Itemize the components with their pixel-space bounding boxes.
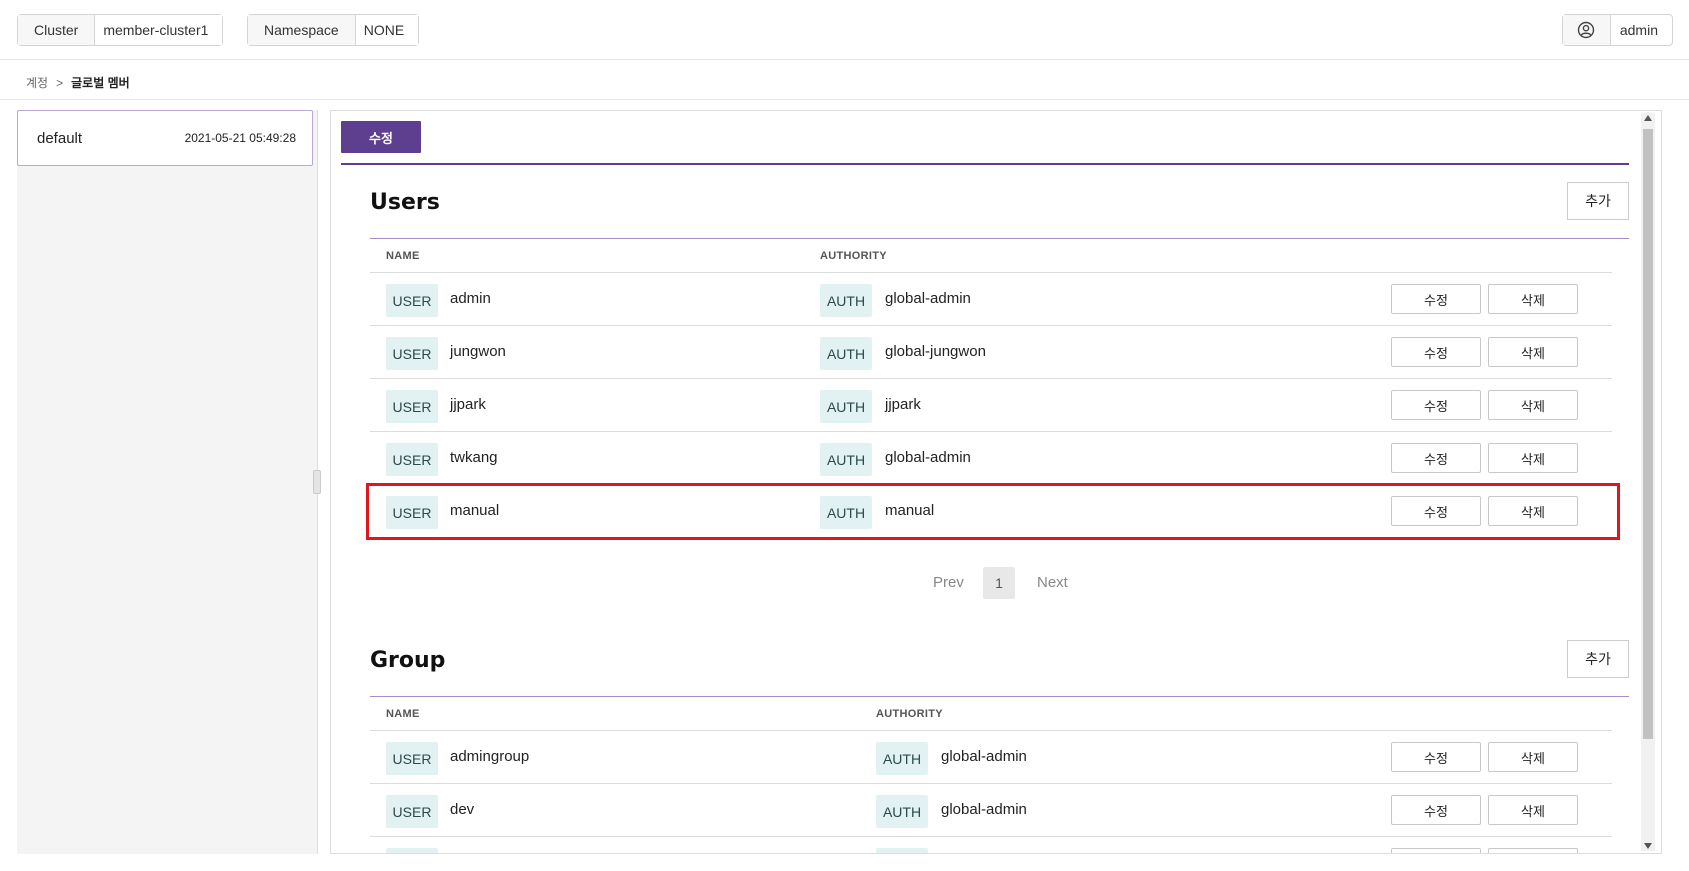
user-circle-icon[interactable]: [1562, 15, 1611, 45]
breadcrumb: 계정 > 글로벌 멤버: [26, 74, 130, 91]
users-title: Users: [370, 190, 440, 215]
user-badge: USER: [386, 496, 438, 529]
authority-name: global-admin: [885, 290, 971, 307]
table-row: USER manual AUTH manual 수정 삭제: [370, 485, 1612, 538]
auth-badge: AUTH: [820, 284, 872, 317]
table-row: USER admingroup AUTH global-admin 수정 삭제: [370, 731, 1612, 784]
auth-badge: AUTH: [820, 390, 872, 423]
authority-name: global-admin: [941, 748, 1027, 765]
list-item-default[interactable]: default 2021-05-21 05:49:28: [17, 110, 313, 166]
user-badge: USER: [386, 390, 438, 423]
edit-button[interactable]: [1391, 848, 1481, 853]
group-name: admingroup: [450, 748, 530, 765]
main-panel: 수정 Users 추가 NAME AUTHORITY USER admin AU…: [330, 110, 1662, 854]
user-badge: USER: [386, 284, 438, 317]
delete-button[interactable]: [1488, 848, 1578, 853]
delete-button[interactable]: 삭제: [1488, 443, 1578, 473]
breadcrumb-parent[interactable]: 계정: [26, 74, 48, 91]
delete-button[interactable]: 삭제: [1488, 795, 1578, 825]
user-name: manual: [450, 502, 500, 519]
scroll-thumb[interactable]: [1643, 129, 1653, 739]
user-badge: [386, 848, 438, 853]
list-item-date: 2021-05-21 05:49:28: [184, 131, 296, 145]
pagination-next[interactable]: Next: [1037, 574, 1068, 591]
user-menu[interactable]: admin: [1561, 14, 1673, 46]
left-panel: default 2021-05-21 05:49:28: [17, 110, 318, 854]
auth-badge: AUTH: [820, 443, 872, 476]
table-row: USER admin AUTH global-admin 수정 삭제: [370, 273, 1612, 326]
user-badge: USER: [386, 795, 438, 828]
scroll-down-arrow-icon[interactable]: [1644, 843, 1652, 849]
edit-button[interactable]: 수정: [1391, 390, 1481, 420]
users-add-button[interactable]: 추가: [1567, 182, 1629, 220]
edit-button[interactable]: 수정: [1391, 795, 1481, 825]
table-row: USER jjpark AUTH jjpark 수정 삭제: [370, 379, 1612, 432]
table-row: USER dev AUTH global-admin 수정 삭제: [370, 784, 1612, 837]
delete-button[interactable]: 삭제: [1488, 496, 1578, 526]
user-name: jjpark: [450, 396, 486, 413]
user-name: admin: [450, 290, 491, 307]
vertical-scrollbar[interactable]: [1641, 113, 1655, 851]
auth-badge: AUTH: [820, 496, 872, 529]
pagination: Prev 1 Next: [331, 567, 1661, 599]
cluster-value[interactable]: member-cluster1: [95, 15, 223, 45]
group-name: dev: [450, 801, 475, 818]
edit-button[interactable]: 수정: [1391, 284, 1481, 314]
top-bar: Cluster member-cluster1 Namespace NONE a…: [0, 0, 1689, 60]
cluster-selector[interactable]: Cluster member-cluster1: [17, 14, 224, 46]
edit-button[interactable]: 수정: [1391, 496, 1481, 526]
namespace-label: Namespace: [248, 15, 356, 45]
group-section-line: [370, 696, 1629, 697]
tab-underline: [341, 163, 1629, 165]
auth-badge: AUTH: [876, 742, 928, 775]
user-name: twkang: [450, 449, 498, 466]
table-row: USER jungwon AUTH global-jungwon 수정 삭제: [370, 326, 1612, 379]
authority-name: global-admin: [941, 801, 1027, 818]
delete-button[interactable]: 삭제: [1488, 337, 1578, 367]
user-badge: USER: [386, 742, 438, 775]
auth-badge: AUTH: [876, 795, 928, 828]
breadcrumb-current: 글로벌 멤버: [71, 76, 130, 90]
authority-name: global-jungwon: [885, 343, 986, 360]
pagination-page[interactable]: 1: [983, 567, 1015, 599]
panel-resize-handle[interactable]: [313, 470, 321, 494]
group-col-name: NAME: [386, 708, 420, 720]
auth-badge: [876, 848, 928, 853]
namespace-value[interactable]: NONE: [355, 15, 419, 45]
user-badge: USER: [386, 337, 438, 370]
pagination-prev[interactable]: Prev: [933, 574, 964, 591]
group-title: Group: [370, 648, 446, 673]
cluster-label: Cluster: [18, 15, 96, 45]
divider: [0, 99, 1689, 100]
edit-button[interactable]: 수정: [1391, 443, 1481, 473]
table-row: USER twkang AUTH global-admin 수정 삭제: [370, 432, 1612, 485]
user-name: jungwon: [450, 343, 506, 360]
scroll-up-arrow-icon[interactable]: [1644, 115, 1652, 121]
delete-button[interactable]: 삭제: [1488, 390, 1578, 420]
users-section-line: [370, 238, 1629, 239]
edit-tab-button[interactable]: 수정: [341, 121, 421, 153]
edit-button[interactable]: 수정: [1391, 742, 1481, 772]
auth-badge: AUTH: [820, 337, 872, 370]
user-name[interactable]: admin: [1611, 15, 1672, 45]
edit-button[interactable]: 수정: [1391, 337, 1481, 367]
table-row: [370, 837, 1612, 853]
group-add-button[interactable]: 추가: [1567, 640, 1629, 678]
user-badge: USER: [386, 443, 438, 476]
users-col-authority: AUTHORITY: [820, 250, 887, 262]
authority-name: jjpark: [885, 396, 921, 413]
list-item-name: default: [37, 129, 83, 147]
users-col-name: NAME: [386, 250, 420, 262]
authority-name: manual: [885, 502, 935, 519]
delete-button[interactable]: 삭제: [1488, 742, 1578, 772]
delete-button[interactable]: 삭제: [1488, 284, 1578, 314]
group-col-authority: AUTHORITY: [876, 708, 943, 720]
namespace-selector[interactable]: Namespace NONE: [247, 14, 420, 46]
authority-name: global-admin: [885, 449, 971, 466]
breadcrumb-separator-icon: >: [56, 75, 64, 90]
